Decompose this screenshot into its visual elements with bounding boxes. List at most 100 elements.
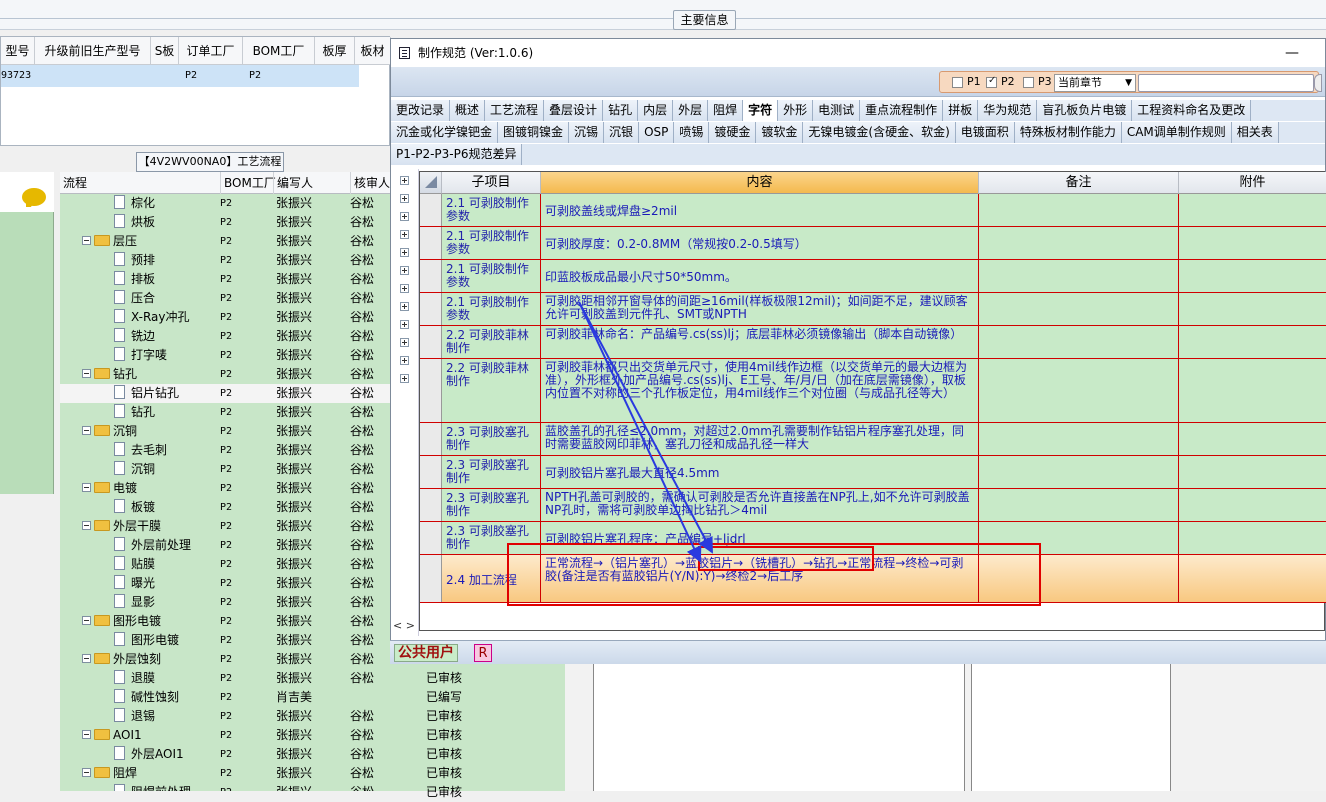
- tree-row[interactable]: 排板 P2 张振兴 谷松: [60, 270, 390, 289]
- tree-row[interactable]: 外层前处理 P2 张振兴 谷松: [60, 536, 390, 555]
- selected-order-row[interactable]: 93723 P2 P2: [1, 65, 359, 87]
- tree-row[interactable]: 棕化 P2 张振兴 谷松: [60, 194, 390, 213]
- remark-cell[interactable]: [979, 359, 1179, 422]
- grid-row[interactable]: 2.1 可剥胶制作参数 可剥胶厚度：0.2-0.8MM（常规按0.2-0.5填写）: [420, 227, 1326, 260]
- content-cell[interactable]: 可剥胶厚度：0.2-0.8MM（常规按0.2-0.5填写）: [541, 227, 979, 259]
- row-header-cell[interactable]: [420, 194, 442, 226]
- expand-plus-icon[interactable]: [400, 248, 409, 257]
- tab-item[interactable]: CAM调单制作规则: [1121, 122, 1232, 143]
- tree-row[interactable]: 沉铜 P2 张振兴 谷松: [60, 422, 390, 441]
- collapse-toggle-icon[interactable]: [82, 521, 91, 530]
- col-order-factory[interactable]: 订单工厂: [179, 37, 243, 65]
- grid-col-subitem[interactable]: 子项目: [442, 172, 541, 194]
- row-header-cell[interactable]: [420, 326, 442, 358]
- tab-item[interactable]: 概述: [450, 100, 486, 121]
- collapse-toggle-icon[interactable]: [82, 616, 91, 625]
- expand-plus-icon[interactable]: [400, 176, 409, 185]
- row-header-cell[interactable]: [420, 555, 442, 602]
- row-header-cell[interactable]: [420, 522, 442, 554]
- tab-item[interactable]: 外层: [673, 100, 709, 121]
- r-button[interactable]: R: [474, 644, 492, 662]
- attachment-cell[interactable]: [1179, 227, 1326, 259]
- attachment-cell[interactable]: [1179, 293, 1326, 325]
- tree-row[interactable]: 层压 P2 张振兴 谷松: [60, 232, 390, 251]
- expand-plus-icon[interactable]: [400, 230, 409, 239]
- tree-row[interactable]: 阻焊前处理 P2 张振兴 谷松: [60, 783, 390, 791]
- tree-row[interactable]: 贴膜 P2 张振兴 谷松: [60, 555, 390, 574]
- collapse-toggle-icon[interactable]: [82, 768, 91, 777]
- col-material[interactable]: 板材: [355, 37, 391, 65]
- subitem-cell[interactable]: 2.3 可剥胶塞孔制作: [442, 423, 541, 455]
- row-header-cell[interactable]: [420, 359, 442, 422]
- search-button[interactable]: [1314, 74, 1322, 92]
- col-old-model[interactable]: 升级前旧生产型号: [35, 37, 151, 65]
- attachment-cell[interactable]: [1179, 489, 1326, 521]
- content-cell[interactable]: 印蓝胶板成品最小尺寸50*50mm。: [541, 260, 979, 292]
- tree-col-flow[interactable]: 流程: [60, 172, 87, 194]
- subitem-cell[interactable]: 2.1 可剥胶制作参数: [442, 293, 541, 325]
- tab-item[interactable]: 沉银: [604, 122, 640, 143]
- tab-item[interactable]: 无镍电镀金(含硬金、软金): [803, 122, 956, 143]
- row-header-cell[interactable]: [420, 293, 442, 325]
- attachment-cell[interactable]: [1179, 423, 1326, 455]
- tab-item[interactable]: 沉金或化学镍钯金: [391, 122, 499, 143]
- content-cell[interactable]: 蓝胶盖孔的孔径≤2.0mm，对超过2.0mm孔需要制作钻铝片程序塞孔处理，同时需…: [541, 423, 979, 455]
- col-model[interactable]: 型号: [1, 37, 35, 65]
- attachment-cell[interactable]: [1179, 260, 1326, 292]
- tab-item[interactable]: 字符: [743, 100, 779, 121]
- tree-row[interactable]: 钻孔 P2 张振兴 谷松: [60, 365, 390, 384]
- expand-plus-icon[interactable]: [400, 266, 409, 275]
- col-thickness[interactable]: 板厚: [315, 37, 355, 65]
- expand-plus-icon[interactable]: [400, 320, 409, 329]
- tree-row[interactable]: 外层干膜 P2 张振兴 谷松: [60, 517, 390, 536]
- remark-cell[interactable]: [979, 326, 1179, 358]
- remark-cell[interactable]: [979, 423, 1179, 455]
- expand-plus-icon[interactable]: [400, 212, 409, 221]
- public-user-label[interactable]: 公共用户: [394, 644, 458, 662]
- remark-cell[interactable]: [979, 260, 1179, 292]
- tree-row[interactable]: 压合 P2 张振兴 谷松: [60, 289, 390, 308]
- expand-plus-icon[interactable]: [400, 338, 409, 347]
- collapse-toggle-icon[interactable]: [82, 426, 91, 435]
- p2-checkbox[interactable]: [986, 75, 997, 88]
- tree-row[interactable]: 显影 P2 张振兴 谷松: [60, 593, 390, 612]
- tree-col-reviewer[interactable]: 核审人: [350, 172, 390, 194]
- expand-plus-icon[interactable]: [400, 284, 409, 293]
- process-tree[interactable]: 流程 BOM工厂 编写人 核审人 棕化 P2 张振兴 谷松 烘板 P2 张振兴 谷松 层压 P2 张…: [60, 172, 390, 791]
- grid-row[interactable]: 2.1 可剥胶制作参数 可剥胶距相邻开窗导体的间距≥16mil(样板极限12mil…: [420, 293, 1326, 326]
- row-header-cell[interactable]: [420, 227, 442, 259]
- subitem-cell[interactable]: 2.2 可剥胶菲林制作: [442, 326, 541, 358]
- p3-checkbox[interactable]: [1023, 77, 1034, 88]
- tab-item[interactable]: 工艺流程: [485, 100, 545, 121]
- remark-cell[interactable]: [979, 489, 1179, 521]
- tab-item[interactable]: OSP: [639, 122, 675, 143]
- tree-row[interactable]: 板镀 P2 张振兴 谷松: [60, 498, 390, 517]
- tree-row[interactable]: X-Ray冲孔 P2 张振兴 谷松: [60, 308, 390, 327]
- tab-item[interactable]: 内层: [638, 100, 674, 121]
- tree-row[interactable]: 钻孔 P2 张振兴 谷松: [60, 403, 390, 422]
- expand-plus-icon[interactable]: [400, 356, 409, 365]
- tab-item[interactable]: 叠层设计: [544, 100, 604, 121]
- tree-row[interactable]: 去毛刺 P2 张振兴 谷松: [60, 441, 390, 460]
- tree-row[interactable]: 退锡 P2 张振兴 谷松: [60, 707, 390, 726]
- remark-cell[interactable]: [979, 456, 1179, 488]
- subitem-cell[interactable]: 2.2 可剥胶菲林制作: [442, 359, 541, 422]
- tab-item[interactable]: 镀软金: [756, 122, 804, 143]
- expand-plus-icon[interactable]: [400, 302, 409, 311]
- content-cell[interactable]: 可剥胶距相邻开窗导体的间距≥16mil(样板极限12mil)；如间距不足，建议顾…: [541, 293, 979, 325]
- grid-row[interactable]: 2.3 可剥胶塞孔制作 可剥胶铝片塞孔最大直径4.5mm: [420, 456, 1326, 489]
- tree-row[interactable]: 烘板 P2 张振兴 谷松: [60, 213, 390, 232]
- tab-item[interactable]: 工程资料命名及更改: [1132, 100, 1252, 121]
- grid-col-content[interactable]: 内容: [541, 172, 979, 194]
- remark-cell[interactable]: [979, 227, 1179, 259]
- tree-row[interactable]: AOI1 P2 张振兴 谷松: [60, 726, 390, 745]
- tree-row[interactable]: 图形电镀 P2 张振兴 谷松: [60, 612, 390, 631]
- remark-cell[interactable]: [979, 293, 1179, 325]
- content-cell[interactable]: 可剥胶菲林命名：产品编号.cs(ss)lj；底层菲林必须镜像输出（脚本自动镜像）: [541, 326, 979, 358]
- tab-item[interactable]: 更改记录: [391, 100, 451, 121]
- content-cell[interactable]: NPTH孔盖可剥胶的，需确认可剥胶是否允许直接盖在NP孔上,如不允许可剥胶盖NP…: [541, 489, 979, 521]
- tab-item[interactable]: 特殊板材制作能力: [1014, 122, 1122, 143]
- tree-row[interactable]: 预排 P2 张振兴 谷松: [60, 251, 390, 270]
- collapse-toggle-icon[interactable]: [82, 730, 91, 739]
- grid-row[interactable]: 2.2 可剥胶菲林制作 可剥胶菲林都只出交货单元尺寸，使用4mil线作边框（以交货…: [420, 359, 1326, 423]
